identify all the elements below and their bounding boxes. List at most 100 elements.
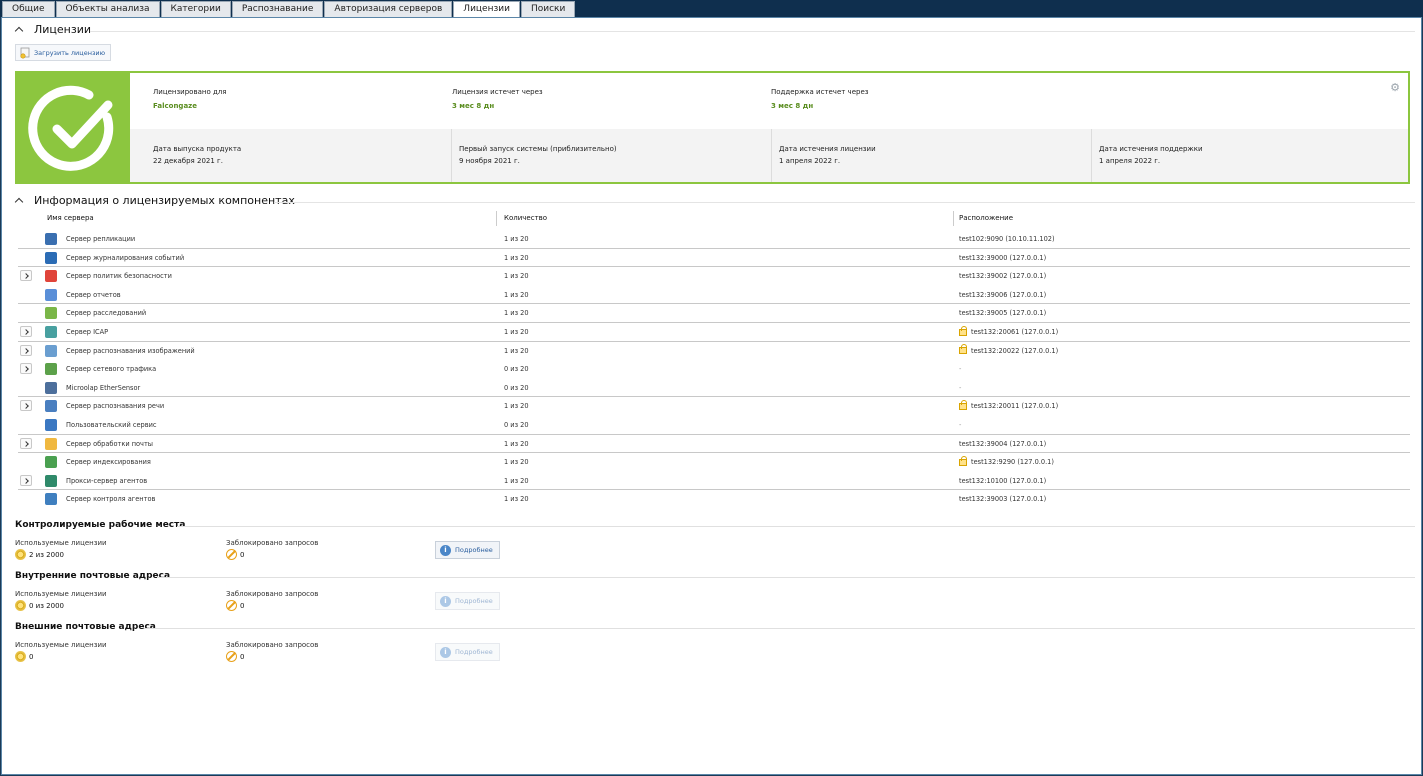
server-quantity: 1 из 20 (504, 328, 529, 336)
details-label: Подробнее (455, 546, 493, 554)
details-button[interactable]: i Подробнее (435, 643, 500, 661)
license-upload-icon (19, 47, 31, 59)
tab-server-auth[interactable]: Авторизация серверов (324, 1, 453, 17)
server-name: Сервер политик безопасности (66, 272, 172, 281)
column-header-quantity[interactable]: Количество (504, 214, 547, 222)
divider (157, 577, 1415, 578)
tab-analysis-objects[interactable]: Объекты анализа (55, 1, 160, 17)
table-row[interactable]: Сервер расследований 1 из 20 test132:39005… (18, 304, 1410, 323)
collapse-icon[interactable] (14, 197, 24, 207)
server-name: Пользовательский сервис (66, 421, 157, 429)
used-licenses-label: Используемые лицензии (15, 641, 107, 649)
expand-row-button[interactable] (20, 344, 32, 356)
table-row[interactable]: Сервер политик безопасности 1 из 20 test13… (18, 267, 1410, 286)
tab-licenses[interactable]: Лицензии (453, 1, 520, 18)
licenses-section-header[interactable]: Лицензии (12, 23, 91, 36)
upload-license-button[interactable]: Загрузить лицензию (15, 44, 112, 61)
server-name: Сервер распознавания речи (66, 402, 165, 411)
blocked-requests-label: Заблокировано запросов (226, 590, 319, 598)
license-valid-icon (17, 73, 130, 182)
blocked-requests-text: 0 (240, 550, 245, 559)
tab-searches[interactable]: Поиски (520, 1, 576, 17)
info-icon: i (440, 646, 451, 658)
table-row[interactable]: Сервер сетевого трафика 0 из 20 - (18, 360, 1410, 379)
server-quantity: 1 из 20 (504, 253, 529, 262)
table-row[interactable]: Сервер распознавания речи 1 из 20 test132:… (18, 397, 1410, 416)
licenses-section-title: Лицензии (34, 23, 92, 36)
expand-row-button[interactable] (20, 474, 32, 486)
table-row[interactable]: Сервер отчетов 1 из 20 test132:39006 (127.… (18, 286, 1410, 305)
column-header-location[interactable]: Расположение (959, 214, 1013, 222)
server-quantity: 0 из 20 (504, 365, 529, 374)
license-dates: Дата выпуска продукта 22 декабря 2021 г.… (130, 129, 1408, 182)
table-row[interactable]: Сервер обработки почты 1 из 20 test132:390… (18, 435, 1410, 454)
blocked-requests-value: 0 (226, 549, 244, 560)
server-location-text: test102:9090 (10.10.11.102) (959, 235, 1055, 243)
blocked-icon (226, 549, 237, 560)
release-date-value: 22 декабря 2021 г. (153, 157, 223, 165)
lock-icon (959, 344, 967, 355)
table-row[interactable]: Сервер репликации 1 из 20 test102:9090 (10… (18, 230, 1410, 249)
server-location: test132:10100 (127.0.0.1) (959, 477, 1046, 485)
server-location-text: test132:39004 (127.0.0.1) (959, 439, 1047, 448)
details-button[interactable]: i Подробнее (435, 592, 500, 610)
release-date-cell: Дата выпуска продукта 22 декабря 2021 г. (130, 129, 452, 182)
server-quantity: 1 из 20 (504, 476, 529, 485)
investigation-icon (45, 307, 57, 320)
server-quantity: 1 из 20 (504, 495, 529, 504)
divider (144, 628, 1415, 629)
server-location-text: test132:20061 (127.0.0.1) (971, 328, 1059, 336)
server-name: Сервер отчетов (66, 290, 121, 299)
collapse-icon[interactable] (14, 26, 24, 36)
table-row[interactable]: Сервер ICAP 1 из 20 test132:20061 (127.0.0… (18, 323, 1410, 342)
table-row[interactable]: Прокси-сервер агентов 1 из 20 test132:1010… (18, 472, 1410, 491)
event-log-icon (45, 251, 57, 264)
server-location-text: test132:39006 (127.0.0.1) (959, 290, 1047, 299)
expand-row-button[interactable] (20, 437, 32, 449)
table-row[interactable]: Сервер распознавания изображений 1 из 20 t… (18, 342, 1410, 361)
lock-icon (959, 455, 967, 466)
support-end-value: 1 апреля 2022 г. (1099, 157, 1161, 165)
licenses-panel: Лицензии Загрузить лицензию Лицензирован… (1, 17, 1422, 775)
medal-icon (15, 651, 26, 662)
medal-icon (15, 549, 26, 560)
server-location-text: test132:10100 (127.0.0.1) (959, 476, 1047, 485)
tab-general[interactable]: Общие (2, 1, 55, 17)
expand-row-button[interactable] (20, 363, 32, 375)
tab-recognition[interactable]: Распознавание (231, 1, 324, 17)
column-separator (496, 211, 497, 226)
gear-icon[interactable]: ⚙ (1390, 81, 1400, 94)
components-section-header[interactable]: Информация о лицензируемых компонентах (12, 194, 295, 207)
blocked-icon (226, 651, 237, 662)
tab-categories[interactable]: Категории (160, 1, 231, 17)
server-location: - (959, 421, 961, 429)
components-table-header: Имя сервера Количество Расположение (29, 211, 1409, 228)
details-button[interactable]: i Подробнее (435, 541, 500, 559)
license-end-value: 1 апреля 2022 г. (779, 157, 841, 165)
column-header-name[interactable]: Имя сервера (47, 214, 94, 222)
server-quantity: 1 из 20 (504, 402, 529, 411)
icap-icon (45, 326, 57, 338)
server-location-text: test132:39005 (127.0.0.1) (959, 309, 1047, 318)
server-name: Прокси-сервер агентов (66, 476, 148, 485)
license-end-cell: Дата истечения лицензии 1 апреля 2022 г. (772, 129, 1092, 182)
blocked-requests-label: Заблокировано запросов (226, 641, 319, 649)
divider (177, 526, 1415, 527)
server-location-text: test132:39002 (127.0.0.1) (959, 272, 1047, 281)
server-location: test132:9290 (127.0.0.1) (959, 455, 1054, 466)
support-expires-label: Поддержка истечет через (771, 88, 869, 96)
expand-row-button[interactable] (20, 270, 32, 282)
license-expires-value: 3 мес 8 дн (452, 102, 495, 110)
divider (274, 202, 1415, 203)
table-row[interactable]: Сервер журналирования событий 1 из 20 test… (18, 249, 1410, 268)
server-location: test132:39004 (127.0.0.1) (959, 440, 1046, 448)
table-row[interactable]: Пользовательский сервис 0 из 20 - (18, 416, 1410, 435)
table-row[interactable]: Сервер контроля агентов 1 из 20 test132:39… (18, 490, 1410, 509)
server-location-text: - (959, 365, 962, 374)
ethersensor-icon (45, 381, 57, 394)
table-row[interactable]: Microolap EtherSensor 0 из 20 - (18, 379, 1410, 398)
table-row[interactable]: Сервер индексирования 1 из 20 test132:9290… (18, 453, 1410, 472)
server-quantity: 1 из 20 (504, 290, 529, 299)
expand-row-button[interactable] (20, 326, 32, 337)
expand-row-button[interactable] (20, 400, 32, 412)
